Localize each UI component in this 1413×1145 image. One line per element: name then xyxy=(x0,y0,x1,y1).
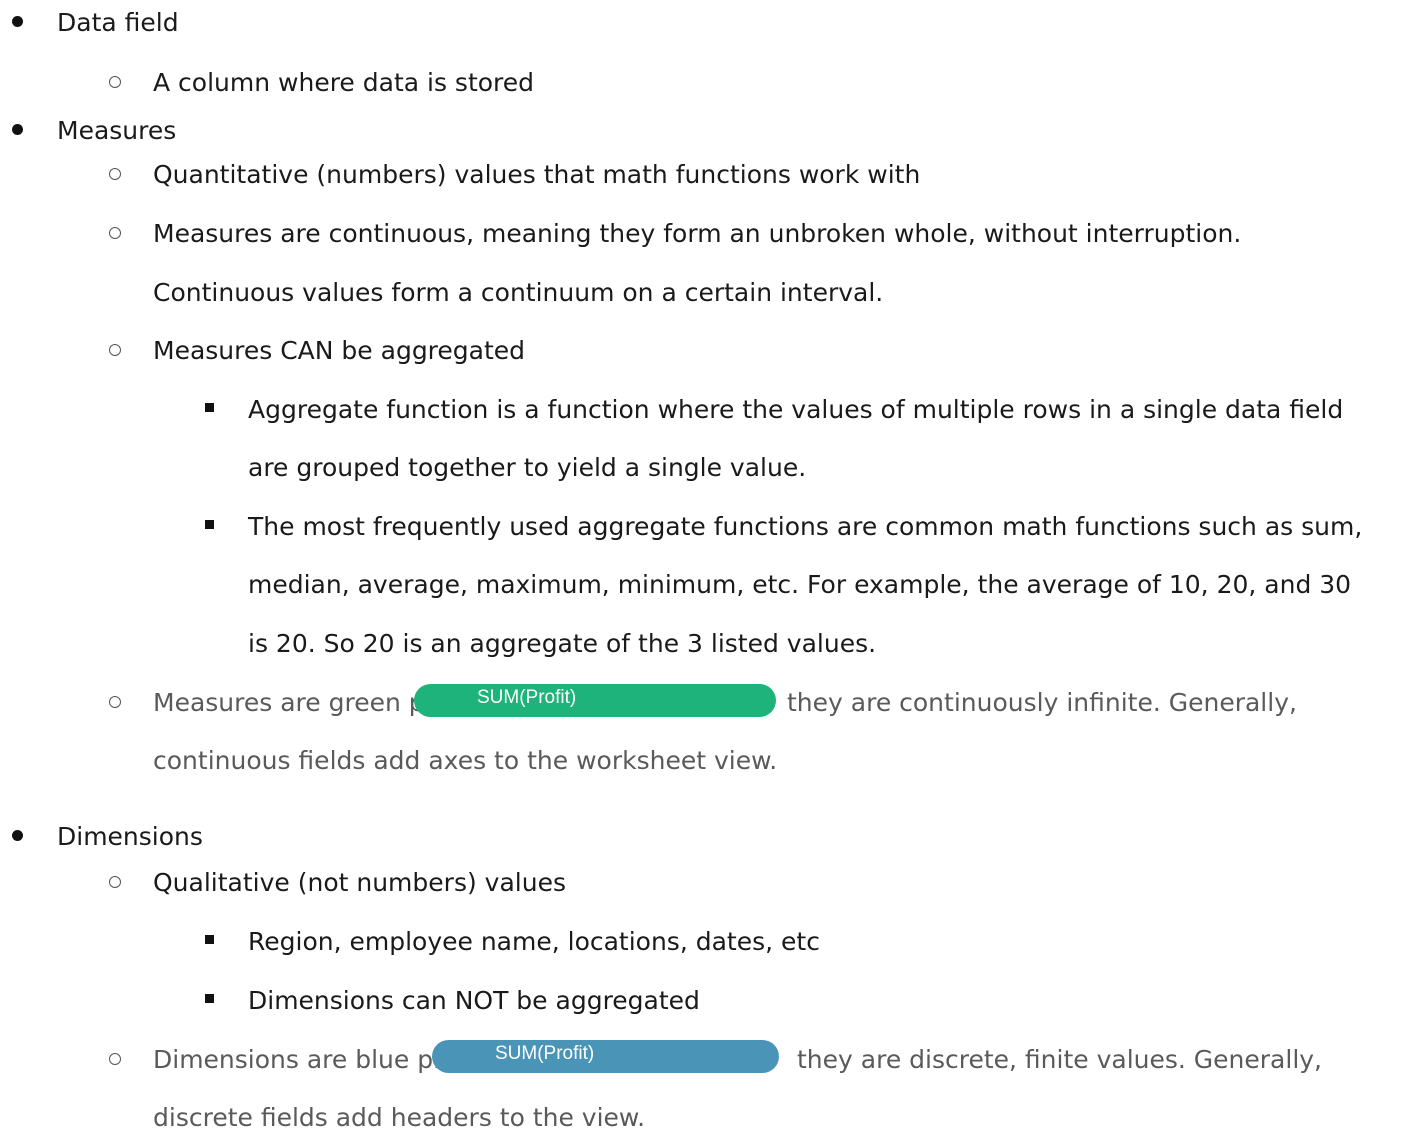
measures-green-pills-after: they are continuously infinite. Generall… xyxy=(787,688,1297,717)
measures-quantitative: Quantitative (numbers) values that math … xyxy=(153,160,921,189)
bullet-circle-icon xyxy=(109,344,121,356)
bullet-circle-icon xyxy=(109,76,121,88)
measures-green-pills-text: Measures are green pills xyxy=(153,688,459,717)
bullet-circle-icon xyxy=(109,696,121,708)
measures-heading: Measures xyxy=(57,116,177,145)
measure-pill: SUM(Profit) xyxy=(414,684,776,717)
dimensions-blue-pills-line2: discrete fields add headers to the view. xyxy=(153,1103,646,1132)
bullet-circle-icon xyxy=(109,876,121,888)
dimension-pill: SUM(Profit) xyxy=(432,1040,779,1073)
bullet-square-icon xyxy=(205,994,214,1003)
measures-continuous-line2: Continuous values form a continuum on a … xyxy=(153,278,884,307)
bullet-circle-icon xyxy=(109,1053,121,1065)
aggregate-examples-line2: median, average, maximum, minimum, etc. … xyxy=(248,570,1352,599)
aggregate-examples-line1: The most frequently used aggregate funct… xyxy=(248,512,1363,541)
measures-aggregated: Measures CAN be aggregated xyxy=(153,336,526,365)
data-field-heading: Data field xyxy=(57,8,179,37)
dimensions-heading: Dimensions xyxy=(57,822,203,851)
bullet-square-icon xyxy=(205,403,214,412)
dimensions-not-aggregated: Dimensions can NOT be aggregated xyxy=(248,986,700,1015)
measures-continuous-line1: Measures are continuous, meaning they fo… xyxy=(153,219,1242,248)
bullet-circle-icon xyxy=(109,227,121,239)
bullet-circle-icon xyxy=(109,168,121,180)
bullet-square-icon xyxy=(205,935,214,944)
dimensions-blue-pills-text: Dimensions are blue pills xyxy=(153,1045,467,1074)
dimensions-blue-pills-after: they are discrete, finite values. Genera… xyxy=(797,1045,1322,1074)
aggregate-definition-line1: Aggregate function is a function where t… xyxy=(248,395,1344,424)
dimensions-qualitative: Qualitative (not numbers) values xyxy=(153,868,566,897)
bullet-disc-icon xyxy=(12,124,23,135)
aggregate-definition-line2: are grouped together to yield a single v… xyxy=(248,453,807,482)
dimensions-examples: Region, employee name, locations, dates,… xyxy=(248,927,820,956)
bullet-disc-icon xyxy=(12,830,23,841)
bullet-square-icon xyxy=(205,520,214,529)
measures-green-pills-line2: continuous fields add axes to the worksh… xyxy=(153,746,778,775)
bullet-disc-icon xyxy=(12,16,23,27)
data-field-definition: A column where data is stored xyxy=(153,68,535,97)
aggregate-examples-line3: is 20. So 20 is an aggregate of the 3 li… xyxy=(248,629,877,658)
